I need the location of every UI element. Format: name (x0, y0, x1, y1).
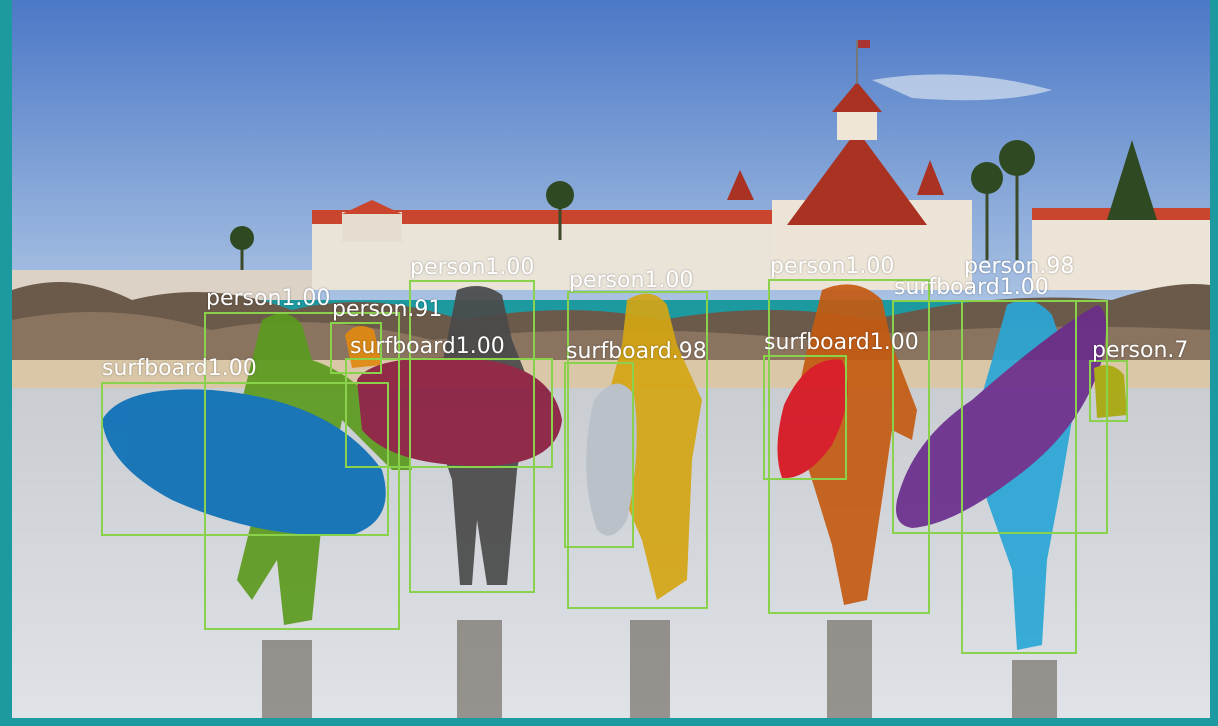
label-person-2: person.91 (332, 297, 443, 322)
label-surfboard-5: surfboard1.00 (894, 275, 1049, 300)
detection-image: surfboard1.00 person1.00 person.91 surfb… (12, 0, 1210, 718)
box-person-3 (409, 280, 535, 593)
label-surfboard-3: surfboard.98 (566, 339, 707, 364)
label-person-1: person1.00 (206, 286, 331, 311)
label-person-5: person1.00 (770, 254, 895, 279)
label-surfboard-2: surfboard1.00 (350, 334, 505, 359)
label-surfboard-4: surfboard1.00 (764, 330, 919, 355)
label-person-3: person1.00 (410, 255, 535, 280)
label-person-4: person1.00 (569, 268, 694, 293)
label-person-6: person.98 (964, 254, 1075, 279)
label-person-7: person.7 (1092, 338, 1189, 363)
label-surfboard-1: surfboard1.00 (102, 356, 257, 381)
box-person-7 (1089, 360, 1128, 422)
box-person-6 (961, 300, 1077, 654)
